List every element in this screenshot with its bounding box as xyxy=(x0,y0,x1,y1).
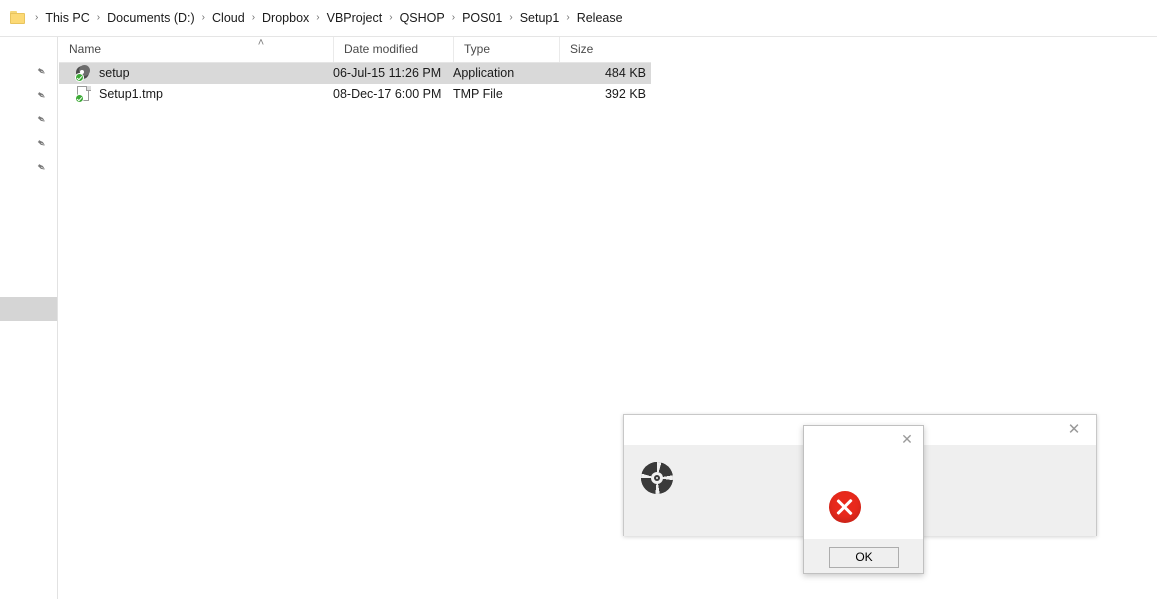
application-disc-icon xyxy=(75,65,92,82)
breadcrumb-item-documents-d[interactable]: Documents (D:) xyxy=(105,8,197,28)
file-name-label: setup xyxy=(99,66,130,80)
error-x-icon xyxy=(829,491,861,523)
sidebar-item-data-e[interactable]: Data (E:) xyxy=(0,373,57,397)
breadcrumb-item-this-pc[interactable]: This PC xyxy=(43,8,91,28)
table-row[interactable]: Setup1.tmp 08-Dec-17 6:00 PM TMP File 39… xyxy=(59,84,651,105)
file-date-cell: 06-Jul-15 11:26 PM xyxy=(333,66,442,80)
breadcrumb-separator: › xyxy=(451,12,456,23)
sidebar-item-desktop[interactable]: Desktop ✒ xyxy=(0,61,57,85)
sidebar-item-documents[interactable]: Documents ✒ xyxy=(0,109,57,133)
sidebar-item-quick-access[interactable]: Quick access xyxy=(0,37,57,61)
file-size-cell: 484 KB xyxy=(604,66,646,80)
breadcrumb-item-cloud[interactable]: Cloud xyxy=(210,8,247,28)
error-dialog: ✕ OK xyxy=(803,425,924,574)
pin-icon[interactable]: ✒ xyxy=(33,112,50,129)
file-type-cell: Application xyxy=(453,66,515,80)
sort-ascending-icon: ˄ xyxy=(257,37,265,49)
sidebar-item-downloads[interactable]: Downloads ✒ xyxy=(0,85,57,109)
breadcrumb-separator: › xyxy=(96,12,101,23)
column-header-type[interactable]: Type xyxy=(453,37,559,62)
pin-icon[interactable]: ✒ xyxy=(33,160,50,177)
breadcrumb-item-pos01[interactable]: POS01 xyxy=(460,8,504,28)
sidebar-item-this-pc[interactable]: This PC xyxy=(0,297,57,321)
ok-button[interactable]: OK xyxy=(829,547,899,568)
close-icon[interactable]: ✕ xyxy=(1052,415,1096,444)
sidebar-item-cloud-files[interactable]: Cloud Files xyxy=(0,227,57,251)
close-icon[interactable]: ✕ xyxy=(893,426,921,454)
column-header-size[interactable]: Size xyxy=(559,37,651,62)
file-list: setup 06-Jul-15 11:26 PM Application 484… xyxy=(59,63,651,105)
breadcrumb-item-vbproject[interactable]: VBProject xyxy=(325,8,385,28)
table-row[interactable]: setup 06-Jul-15 11:26 PM Application 484… xyxy=(59,63,651,84)
sidebar-item-documents-d[interactable]: Documents (D:) xyxy=(0,335,57,359)
navigation-pane: Quick access Desktop ✒ Downloads ✒ Docum… xyxy=(0,37,58,599)
breadcrumb-item-setup1[interactable]: Setup1 xyxy=(518,8,562,28)
pin-icon[interactable]: ✒ xyxy=(33,88,50,105)
error-dialog-button-bar: OK xyxy=(804,539,923,573)
sidebar-item-pictures[interactable]: Pictures ✒ xyxy=(0,133,57,157)
breadcrumb-item-dropbox[interactable]: Dropbox xyxy=(260,8,311,28)
file-name-label: Setup1.tmp xyxy=(99,87,163,101)
breadcrumb-separator: › xyxy=(35,12,39,23)
pin-icon[interactable]: ✒ xyxy=(33,64,50,81)
green-check-badge xyxy=(75,94,84,103)
breadcrumb-item-qshop[interactable]: QSHOP xyxy=(398,8,447,28)
file-date-cell: 08-Dec-17 6:00 PM xyxy=(333,87,442,101)
address-bar[interactable]: › This PC › Documents (D:) › Cloud › Dro… xyxy=(0,0,1157,37)
breadcrumb-separator: › xyxy=(389,12,393,23)
sidebar-item-onedrive[interactable]: OneDrive ✒ xyxy=(0,157,57,181)
file-name-cell: setup xyxy=(75,63,130,84)
file-name-cell: Setup1.tmp xyxy=(75,84,163,105)
breadcrumb-separator: › xyxy=(251,12,256,23)
breadcrumb-separator: › xyxy=(201,12,206,23)
breadcrumb-separator: › xyxy=(316,12,320,23)
folder-icon xyxy=(10,11,26,25)
column-header-date-modified[interactable]: Date modified xyxy=(333,37,453,62)
breadcrumb-separator: › xyxy=(566,12,570,23)
pin-icon[interactable]: ✒ xyxy=(33,136,50,153)
green-check-badge xyxy=(75,73,84,82)
column-header-name[interactable]: Name xyxy=(59,37,333,62)
error-dialog-content xyxy=(804,455,923,542)
file-size-cell: 392 KB xyxy=(604,87,646,101)
file-type-cell: TMP File xyxy=(453,87,503,101)
error-dialog-titlebar[interactable]: ✕ xyxy=(804,426,923,455)
tmp-file-icon xyxy=(75,86,92,103)
column-header-row: Name Date modified Type Size ˄ xyxy=(59,37,651,63)
breadcrumb-separator: › xyxy=(509,12,513,23)
cd-disc-icon xyxy=(641,462,673,494)
breadcrumb-item-release[interactable]: Release xyxy=(575,8,625,28)
